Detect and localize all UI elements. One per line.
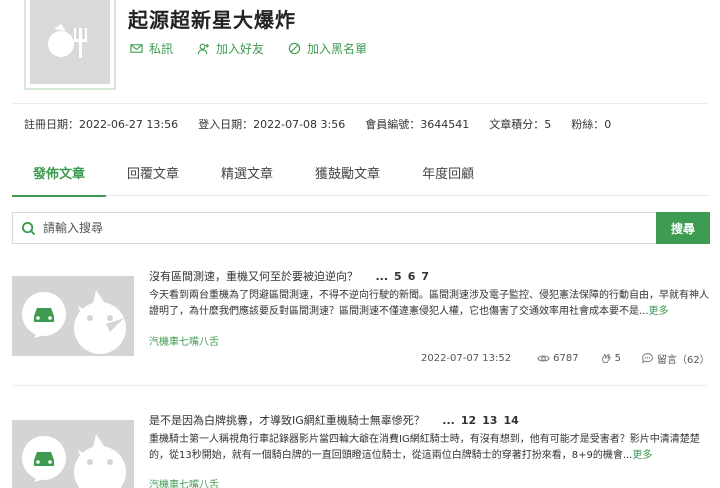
message-button[interactable]: 私訊 xyxy=(130,40,173,57)
article-title[interactable]: 沒有區間測速，重機又何至於要被迫逆向？ xyxy=(149,270,358,283)
page-link[interactable]: 13 xyxy=(482,414,497,427)
article-excerpt: 重機騎士第一人稱視角行車記錄器影片當四輪大爺在消費IG網紅騎士時，有沒有想到，他… xyxy=(149,432,714,464)
add-friend-label: 加入好友 xyxy=(216,42,265,56)
article-points: 文章積分：5 xyxy=(489,118,552,131)
article-pages: ... 12 13 14 xyxy=(436,414,518,427)
excerpt-text: 今天看到兩台重機為了閃避區間測速，不得不逆向行駛的新聞。區間測速涉及電子監控、侵… xyxy=(149,290,709,317)
page-link[interactable]: 5 xyxy=(394,270,402,283)
fans-count: 粉絲：0 xyxy=(571,118,612,131)
article-item: 是不是因為白牌挑釁，才導致IG網紅重機騎士無辜慘死？ ... 12 13 14 重機騎… xyxy=(12,410,708,488)
profile-stats: 註冊日期：2022-06-27 13:56 登入日期：2022-07-08 3:… xyxy=(24,116,631,132)
register-date: 註冊日期：2022-06-27 13:56 xyxy=(24,118,179,131)
views-count: 6787 xyxy=(537,352,579,365)
likes-count[interactable]: 5 xyxy=(599,352,621,365)
excerpt-text: 重機騎士第一人稱視角行車記錄器影片當四輪大爺在消費IG網紅騎士時，有沒有想到，他… xyxy=(149,434,700,461)
comments-value: 留言（62） xyxy=(656,355,710,366)
article-excerpt: 今天看到兩台重機為了閃避區間測速，不得不逆向行駛的新聞。區間測速涉及電子監控、侵… xyxy=(149,288,714,320)
tab-encouraged-articles[interactable]: 獲鼓勵文章 xyxy=(294,158,401,196)
page-link[interactable]: 6 xyxy=(408,270,416,283)
article-title-row: 是不是因為白牌挑釁，才導致IG網紅重機騎士無辜慘死？ ... 12 13 14 xyxy=(149,412,519,428)
divider xyxy=(12,103,708,104)
page-link[interactable]: 7 xyxy=(421,270,429,283)
search-icon xyxy=(13,213,43,243)
profile-header: 起源超新星大爆炸 私訊 加入好友 加入黑名單 註冊日期：2022-06-27 1… xyxy=(12,0,708,140)
add-user-icon xyxy=(197,43,210,55)
eye-icon xyxy=(537,355,550,362)
car-category-icon xyxy=(22,434,126,488)
search-bar: 搜尋 xyxy=(12,212,710,244)
page-link[interactable]: 12 xyxy=(461,414,476,427)
article-date: 2022-07-07 13:52 xyxy=(421,353,512,364)
envelope-icon xyxy=(130,44,143,53)
article-item: 沒有區間測速，重機又何至於要被迫逆向？ ... 5 6 7 今天看到兩台重機為了閃避區… xyxy=(12,266,710,386)
article-tabs: 發佈文章 回覆文章 精選文章 獲鼓勵文章 年度回顧 xyxy=(12,158,708,197)
more-link[interactable]: 更多 xyxy=(649,306,669,317)
blacklist-label: 加入黑名單 xyxy=(307,42,368,56)
tab-annual-review[interactable]: 年度回顧 xyxy=(401,158,495,196)
article-pages: ... 5 6 7 xyxy=(370,270,430,283)
search-input[interactable] xyxy=(43,213,656,243)
tab-replied-articles[interactable]: 回覆文章 xyxy=(106,158,200,196)
comment-icon xyxy=(641,353,653,364)
member-number: 會員編號：3644541 xyxy=(365,118,470,131)
page-link[interactable]: 14 xyxy=(503,414,518,427)
pages-ellipsis: ... xyxy=(375,270,389,283)
views-value: 6787 xyxy=(553,353,579,364)
article-meta: 2022-07-07 13:52 6787 5 留言（62） xyxy=(421,351,720,366)
pages-ellipsis: ... xyxy=(442,414,455,427)
article-category[interactable]: 汽機車七嘴八舌 xyxy=(149,476,219,488)
article-title[interactable]: 是不是因為白牌挑釁，才導致IG網紅重機騎士無辜慘死？ xyxy=(149,414,425,427)
car-category-icon xyxy=(22,290,126,354)
message-label: 私訊 xyxy=(149,42,174,56)
block-icon xyxy=(288,42,301,55)
article-category[interactable]: 汽機車七嘴八舌 xyxy=(149,333,219,348)
search-button[interactable]: 搜尋 xyxy=(656,212,710,244)
default-avatar-icon xyxy=(30,0,110,84)
article-thumbnail[interactable] xyxy=(12,276,134,356)
likes-value: 5 xyxy=(614,353,621,364)
username: 起源超新星大爆炸 xyxy=(128,8,296,32)
blacklist-button[interactable]: 加入黑名單 xyxy=(288,40,367,57)
article-title-row: 沒有區間測速，重機又何至於要被迫逆向？ ... 5 6 7 xyxy=(149,268,429,284)
tab-featured-articles[interactable]: 精選文章 xyxy=(200,158,294,196)
avatar[interactable] xyxy=(24,0,116,90)
more-link[interactable]: 更多 xyxy=(632,450,652,461)
comments-count[interactable]: 留言（62） xyxy=(641,351,710,366)
tab-posted-articles[interactable]: 發佈文章 xyxy=(12,158,107,197)
profile-actions: 私訊 加入好友 加入黑名單 xyxy=(130,40,367,57)
add-friend-button[interactable]: 加入好友 xyxy=(197,40,264,57)
clap-icon xyxy=(601,353,611,364)
login-date: 登入日期：2022-07-08 3:56 xyxy=(198,118,346,131)
article-thumbnail[interactable] xyxy=(12,420,134,488)
